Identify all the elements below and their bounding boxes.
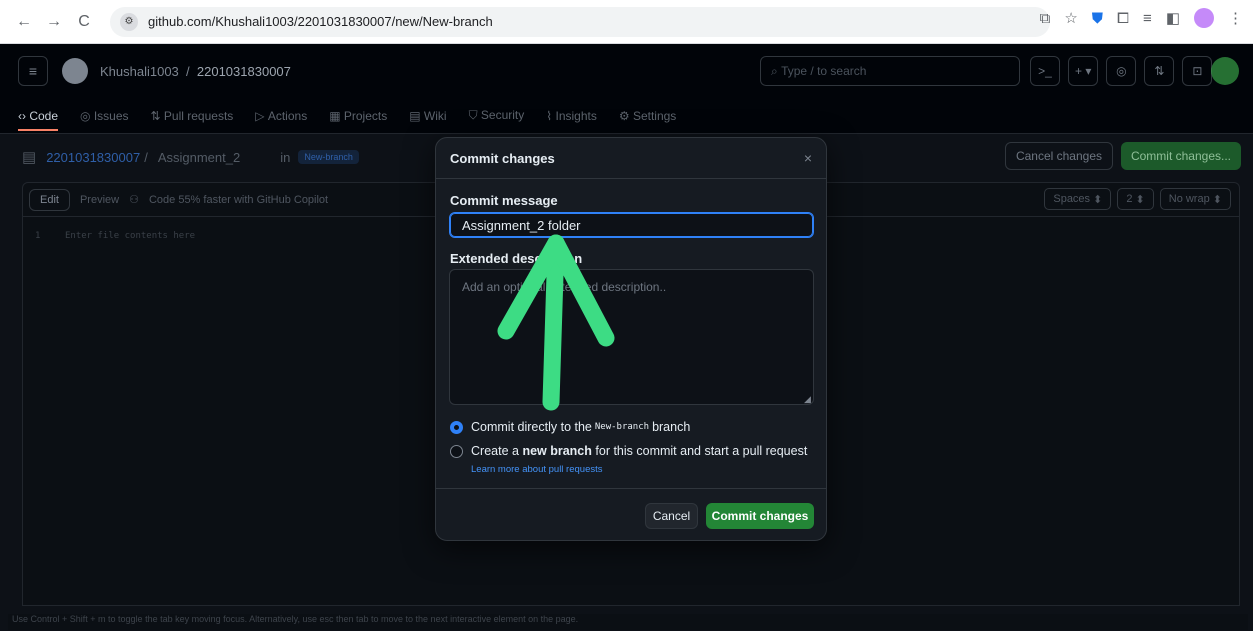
tab-label: Actions <box>267 108 308 123</box>
browser-menu-icon[interactable]: ⋮ <box>1228 9 1243 27</box>
option-direct-text: Commit directly to the <box>471 420 592 434</box>
tab-settings[interactable]: ⚙ Settings <box>619 109 676 123</box>
commit-changes-open-button[interactable]: Commit changes... <box>1120 142 1241 170</box>
editor-options: Spaces ⬍ 2 ⬍ No wrap ⬍ <box>1044 188 1231 210</box>
browser-toolbar: ← → C ⚙ github.com/Khushali1003/22010318… <box>0 0 1253 44</box>
radio-selected[interactable] <box>450 420 463 434</box>
inbox-icon[interactable]: ⊡ <box>1182 56 1213 86</box>
tab-label: Projects <box>343 108 388 123</box>
bookmark-star-icon[interactable]: ☆ <box>1064 9 1077 27</box>
user-avatar[interactable] <box>1211 57 1239 85</box>
forward-icon[interactable]: → <box>42 10 66 34</box>
repo-root-link[interactable]: 2201031830007 <box>46 150 140 165</box>
extended-description-input[interactable] <box>449 269 814 405</box>
cancel-button[interactable]: Cancel <box>645 503 698 529</box>
profile-avatar-icon[interactable] <box>1194 8 1214 28</box>
github-logo-icon[interactable] <box>62 58 88 84</box>
option-direct-suffix: branch <box>652 420 691 434</box>
dialog-title: Commit changes <box>436 138 826 179</box>
tab-label: Pull requests <box>163 108 234 123</box>
editor-placeholder: Enter file contents here <box>65 231 196 241</box>
tab-label: Wiki <box>423 108 447 123</box>
in-label: in <box>280 149 291 165</box>
learn-more-link[interactable]: Learn more about pull requests <box>471 464 603 475</box>
create-branch-option[interactable]: Create a new branch for this commit and … <box>450 444 807 458</box>
tab-projects[interactable]: ▦ Projects <box>329 109 387 123</box>
back-icon[interactable]: ← <box>12 10 36 34</box>
header-actions: >_ + ▾ ◎ ⇅ ⊡ <box>1030 56 1213 86</box>
branch-chip: New-branch <box>298 150 359 164</box>
search-placeholder: Type / to search <box>781 64 867 78</box>
create-new-icon[interactable]: + ▾ <box>1068 56 1099 86</box>
repo-breadcrumb: Khushali1003 / 2201031830007 <box>100 64 291 79</box>
indent-mode-label: Spaces <box>1053 193 1091 205</box>
command-palette-icon[interactable]: >_ <box>1030 56 1060 86</box>
issues-icon[interactable]: ◎ <box>1106 56 1137 86</box>
extensions-puzzle-icon[interactable]: ⧠ <box>1117 10 1129 27</box>
filename-input[interactable]: Assignment_2 <box>158 150 240 165</box>
repo-nav: ‹› Code ◎ Issues ⇅ Pull requests ▷ Actio… <box>0 98 1253 134</box>
site-info-icon[interactable]: ⚙ <box>120 12 138 31</box>
tab-pull-requests[interactable]: ⇅ Pull requests <box>151 109 234 123</box>
tab-security[interactable]: ⛉ Security <box>469 108 525 123</box>
radio-unselected[interactable] <box>450 444 463 458</box>
repo-link[interactable]: 2201031830007 <box>197 64 291 79</box>
search-input[interactable]: ⌕ Type / to search <box>760 56 1020 86</box>
search-icon: ⌕ <box>771 63 782 78</box>
copilot-icon: ⚇ <box>129 194 139 206</box>
tab-insights[interactable]: ⌇ Insights <box>546 109 597 123</box>
tab-issues[interactable]: ◎ Issues <box>80 109 129 123</box>
browser-actions: ⧉ ☆ ⛊ ⧠ ≡ ◧ ⋮ <box>1040 8 1243 28</box>
resize-handle-icon[interactable]: ◢ <box>804 394 811 405</box>
tab-edit[interactable]: Edit <box>29 188 70 211</box>
tab-label: Security <box>480 108 525 122</box>
tab-label: Code <box>29 108 59 123</box>
keyboard-hint: Use Control + Shift + m to toggle the ta… <box>8 614 1248 630</box>
reading-list-icon[interactable]: ≡ <box>1143 10 1152 27</box>
cast-icon[interactable]: ⧉ <box>1040 10 1051 27</box>
url-text: github.com/Khushali1003/2201031830007/ne… <box>148 14 493 29</box>
path-separator: / <box>144 149 148 165</box>
line-number: 1 <box>35 231 41 241</box>
pull-requests-icon[interactable]: ⇅ <box>1144 56 1175 86</box>
cancel-changes-button[interactable]: Cancel changes <box>1004 142 1113 170</box>
wrap-mode-select[interactable]: No wrap ⬍ <box>1159 188 1231 210</box>
extended-description-label: Extended description <box>450 251 583 266</box>
commit-changes-dialog: Commit changes × Commit message Extended… <box>435 137 827 541</box>
tab-label: Settings <box>632 108 677 123</box>
owner-link[interactable]: Khushali1003 <box>100 64 179 79</box>
indent-size-select[interactable]: 2 ⬍ <box>1117 188 1154 210</box>
tab-code[interactable]: ‹› Code <box>18 108 59 131</box>
tab-actions[interactable]: ▷ Actions <box>255 109 307 123</box>
side-panel-icon[interactable]: ◧ <box>1166 9 1180 27</box>
commit-message-label: Commit message <box>450 193 558 208</box>
option-new-suffix: for this commit and start a pull request <box>595 444 808 458</box>
tab-label: Insights <box>555 108 597 123</box>
tab-wiki[interactable]: ▤ Wiki <box>409 109 446 123</box>
indent-size-label: 2 <box>1126 193 1133 205</box>
github-header: ≡ Khushali1003 / 2201031830007 ⌕ Type / … <box>0 44 1253 98</box>
hamburger-menu-icon[interactable]: ≡ <box>18 56 48 86</box>
file-tree-toggle-icon[interactable]: ▤ <box>22 148 36 166</box>
indent-mode-select[interactable]: Spaces ⬍ <box>1044 188 1112 210</box>
extension-shield-icon[interactable]: ⛊ <box>1092 10 1103 27</box>
option-direct-branch: New-branch <box>594 422 650 432</box>
option-new-bold: new branch <box>522 444 592 458</box>
breadcrumb-separator: / <box>186 63 190 79</box>
commit-changes-button[interactable]: Commit changes <box>706 503 814 529</box>
reload-icon[interactable]: C <box>72 10 96 34</box>
tab-label: Issues <box>93 108 129 123</box>
close-icon[interactable]: × <box>804 150 812 166</box>
commit-direct-option[interactable]: Commit directly to the New-branch branch <box>450 420 690 434</box>
wrap-mode-label: No wrap <box>1168 193 1210 205</box>
commit-message-input[interactable] <box>449 212 814 238</box>
dialog-divider <box>436 488 826 489</box>
address-bar[interactable]: ⚙ github.com/Khushali1003/2201031830007/… <box>110 6 1050 37</box>
copilot-promo[interactable]: Code 55% faster with GitHub Copilot <box>149 194 328 206</box>
tab-preview[interactable]: Preview <box>80 194 119 206</box>
option-new-prefix: Create a <box>471 444 519 458</box>
